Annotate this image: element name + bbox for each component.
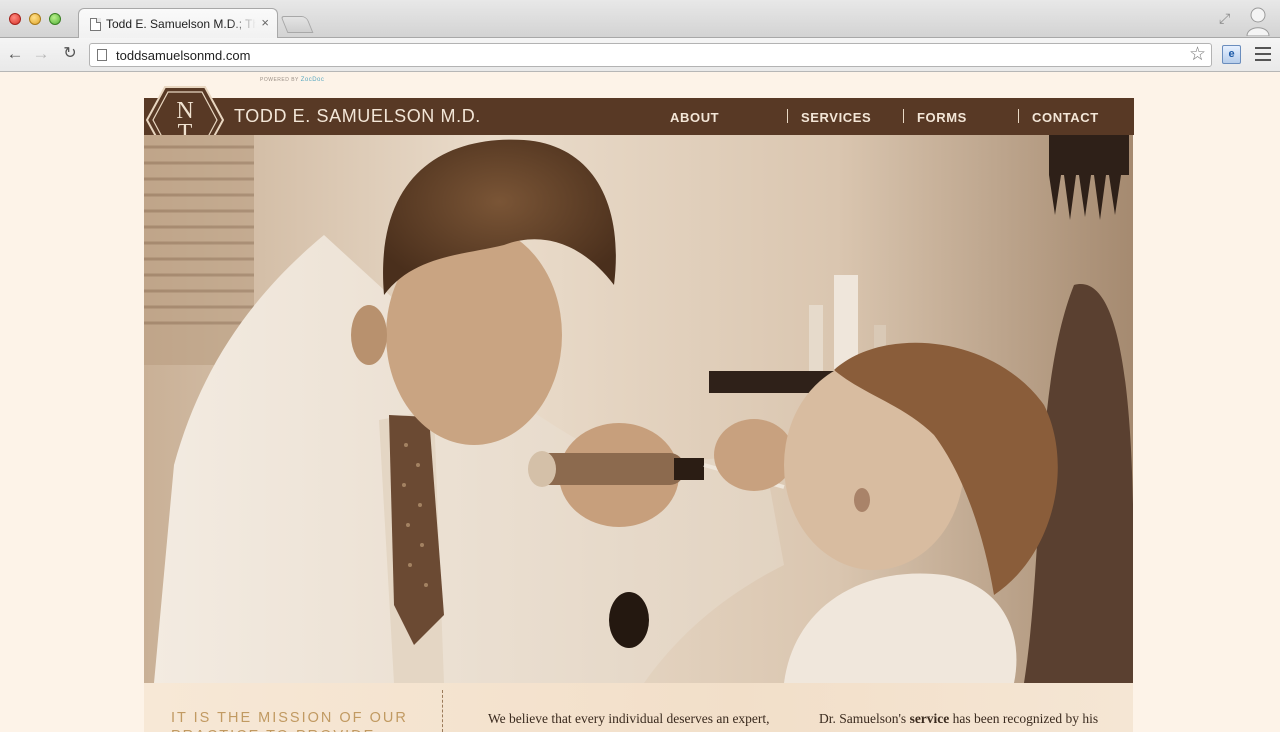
hero-photo <box>144 135 1133 683</box>
fullscreen-icon[interactable]: ⤢ <box>1219 10 1230 27</box>
site-title[interactable]: TODD E. SAMUELSON M.D. <box>234 106 481 127</box>
extension-icon[interactable]: e <box>1222 45 1241 64</box>
page-icon <box>90 18 101 31</box>
tab-close-icon[interactable]: × <box>261 15 269 30</box>
reload-button[interactable]: ↻ <box>59 43 81 65</box>
nav-about[interactable]: ABOUT <box>670 110 719 125</box>
profile-avatar-icon[interactable] <box>1245 4 1271 36</box>
back-button[interactable]: ← <box>4 43 26 65</box>
page-icon <box>97 49 107 61</box>
nav-services[interactable]: SERVICES <box>801 110 871 125</box>
mission-heading: IT IS THE MISSION OF OUR PRACTICE TO PRO… <box>171 710 408 732</box>
window-minimize-button[interactable] <box>29 13 41 25</box>
browser-tab-active[interactable]: Todd E. Samuelson M.D.; The × <box>78 8 278 39</box>
window-zoom-button[interactable] <box>49 13 61 25</box>
nav-forms[interactable]: FORMS <box>917 110 967 125</box>
nav-divider <box>903 109 904 123</box>
mission-text-col2: Dr. Samuelson's service has been recogni… <box>819 709 1119 732</box>
browser-tabstrip: Todd E. Samuelson M.D.; The × ⤢ <box>0 0 1280 39</box>
section-divider <box>442 690 443 732</box>
powered-by-zocdoc[interactable]: POWERED BY ZocDoc <box>260 77 324 83</box>
nav-contact[interactable]: CONTACT <box>1032 110 1099 125</box>
tab-title: Todd E. Samuelson M.D.; The <box>106 17 256 31</box>
window-close-button[interactable] <box>9 13 21 25</box>
address-bar[interactable]: toddsamuelsonmd.com ☆ <box>89 43 1212 67</box>
chrome-menu-icon[interactable] <box>1255 47 1271 61</box>
address-url[interactable]: toddsamuelsonmd.com <box>116 48 250 63</box>
new-tab-button[interactable] <box>280 16 314 33</box>
browser-toolbar: ← → ↻ toddsamuelsonmd.com ☆ e <box>0 38 1280 72</box>
forward-button[interactable]: → <box>30 43 52 65</box>
bookmark-star-icon[interactable]: ☆ <box>1189 44 1206 66</box>
powered-by-prefix: POWERED BY <box>260 77 299 83</box>
col2-bold-service: service <box>909 711 950 726</box>
zocdoc-brand: ZocDoc <box>300 77 325 83</box>
nav-divider <box>1018 109 1019 123</box>
mission-text-col1: We believe that every individual deserve… <box>488 711 770 732</box>
col2-prefix: Dr. Samuelson's <box>819 711 907 726</box>
hero-photo-illustration <box>144 135 1133 683</box>
nav-divider <box>787 109 788 123</box>
